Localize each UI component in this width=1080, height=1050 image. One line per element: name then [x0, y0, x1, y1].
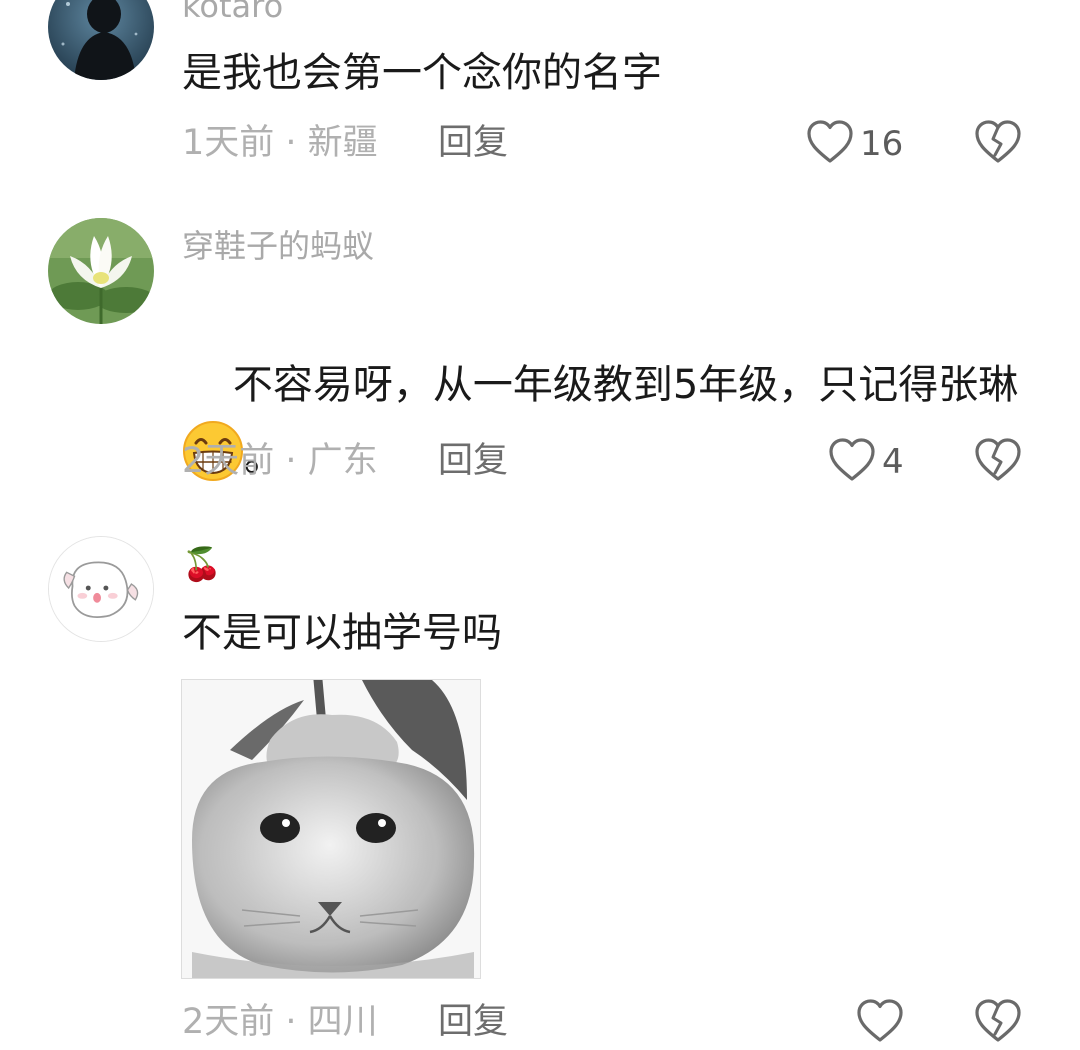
cat-orange-sticker[interactable] — [181, 679, 481, 979]
broken-heart-icon — [974, 438, 1022, 487]
comment-location: 四川 — [307, 1002, 378, 1042]
comment-item: 🍒 不是可以抽学号吗 2天前 · 四川 回复 — [0, 520, 1080, 1050]
comment-time: 2天前 — [182, 441, 275, 481]
reply-button[interactable]: 回复 — [438, 439, 508, 483]
broken-heart-icon — [974, 999, 1022, 1048]
like-button[interactable]: 16 — [806, 119, 903, 169]
avatar-image — [49, 537, 153, 641]
comment-text: 不是可以抽学号吗 — [182, 610, 502, 656]
comment-meta: 1天前 · 新疆 — [182, 121, 378, 165]
avatar[interactable] — [48, 536, 154, 642]
avatar[interactable] — [48, 218, 154, 324]
avatar-image — [48, 0, 154, 80]
comment-time: 1天前 — [182, 123, 275, 163]
sticker-image — [182, 680, 480, 978]
dislike-button[interactable] — [974, 437, 1022, 487]
heart-outline-icon — [856, 998, 904, 1048]
comment-time: 2天前 — [182, 1002, 275, 1042]
comment-text: 是我也会第一个念你的名字 — [182, 50, 662, 96]
comment-item: kotaro 是我也会第一个念你的名字 1天前 · 新疆 回复 16 — [0, 0, 1080, 200]
meta-separator: · — [274, 123, 308, 163]
reply-button[interactable]: 回复 — [438, 1000, 508, 1044]
comment-text-main: 不容易呀，从一年级教到5年级，只记得张琳 — [232, 362, 1019, 408]
comment-location: 新疆 — [307, 123, 378, 163]
comment-location: 广东 — [307, 441, 378, 481]
broken-heart-icon — [974, 120, 1022, 169]
avatar[interactable] — [48, 0, 154, 80]
meta-separator: · — [274, 1002, 308, 1042]
comment-meta: 2天前 · 广东 — [182, 439, 378, 483]
like-button[interactable]: 4 — [828, 437, 904, 487]
comment-username[interactable]: 🍒 — [182, 544, 222, 584]
heart-outline-icon — [806, 119, 854, 169]
dislike-button[interactable] — [974, 998, 1022, 1048]
comment-meta: 2天前 · 四川 — [182, 1000, 378, 1044]
meta-separator: · — [274, 441, 308, 481]
like-count: 4 — [882, 442, 904, 482]
comment-username[interactable]: kotaro — [182, 0, 283, 26]
reply-button[interactable]: 回复 — [438, 121, 508, 165]
dislike-button[interactable] — [974, 119, 1022, 169]
heart-outline-icon — [828, 437, 876, 487]
comment-item: 穿鞋子的蚂蚁 不容易呀，从一年级教到5年级，只记得张琳 。 2天前 · 广东 回… — [0, 200, 1080, 520]
avatar-image — [48, 218, 154, 324]
like-button[interactable] — [856, 998, 910, 1048]
like-count: 16 — [860, 124, 904, 164]
comment-username[interactable]: 穿鞋子的蚂蚁 — [182, 226, 374, 266]
